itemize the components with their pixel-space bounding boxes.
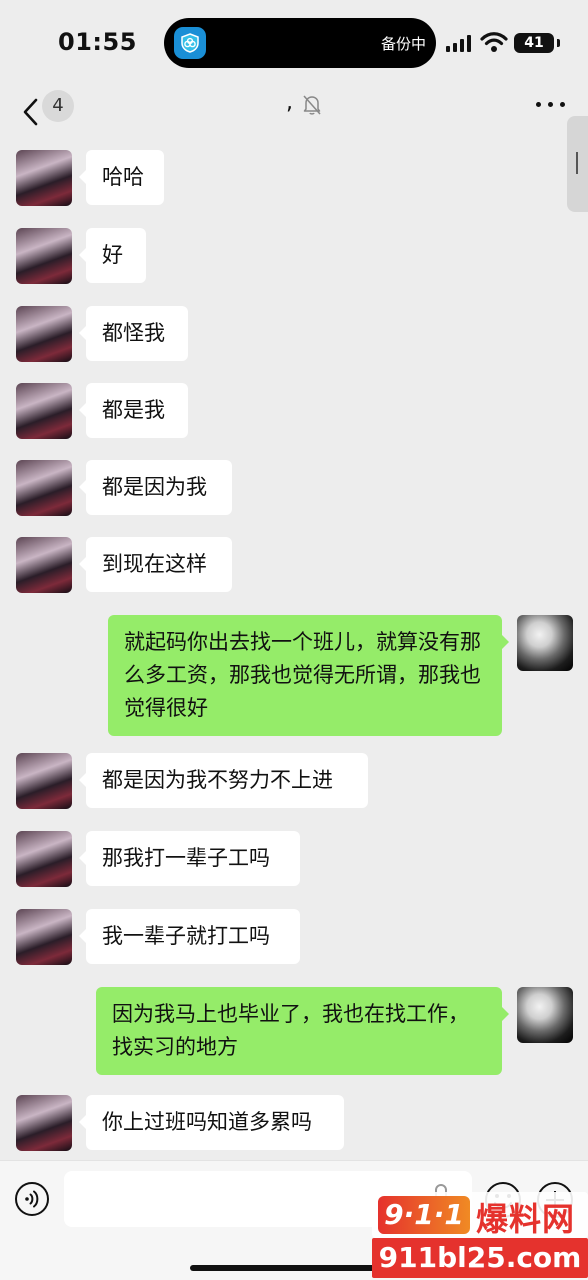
outgoing-message-bubble[interactable]: 就起码你出去找一个班儿，就算没有那么多工资，那我也觉得无所谓，那我也觉得很好 [108,615,509,736]
contact-avatar[interactable] [16,383,72,439]
incoming-message-bubble[interactable]: 都怪我 [79,306,188,361]
scroll-handle[interactable] [567,116,588,212]
incoming-message-bubble[interactable]: 你上过班吗知道多累吗 [79,1095,344,1150]
outgoing-message-bubble[interactable]: 因为我马上也毕业了，我也在找工作，找实习的地方 [96,987,509,1075]
muted-bell-icon [302,94,322,120]
contact-avatar[interactable] [16,909,72,965]
chat-header: 4 , [0,88,588,136]
status-time: 01:55 [58,28,137,56]
battery-tip [557,39,560,47]
more-options-button[interactable] [536,98,566,110]
watermark: 9·1·1 爆料网 911bl25.com [372,1192,588,1280]
incoming-message-bubble[interactable]: 好 [79,228,146,283]
watermark-top: 9·1·1 爆料网 [372,1192,588,1238]
contact-avatar[interactable] [16,831,72,887]
message-list[interactable]: 哈哈好都怪我都是我都是因为我到现在这样就起码你出去找一个班儿，就算没有那么多工资… [0,136,588,1160]
cellular-signal-icon [446,34,474,52]
contact-avatar[interactable] [16,460,72,516]
chevron-left-icon [23,98,38,126]
my-avatar[interactable] [517,987,573,1043]
island-status-label: 备份中 [380,35,426,53]
voice-button[interactable] [14,1181,50,1217]
contact-avatar[interactable] [16,537,72,593]
incoming-message-bubble[interactable]: 都是因为我不努力不上进 [79,753,368,808]
incoming-message-bubble[interactable]: 哈哈 [79,150,164,205]
home-indicator [190,1265,398,1271]
status-bar: 01:55 备份中 41 [0,0,588,88]
contact-avatar[interactable] [16,306,72,362]
incoming-message-bubble[interactable]: 到现在这样 [79,537,232,592]
incoming-message-bubble[interactable]: 都是我 [79,383,188,438]
unread-count-badge[interactable]: 4 [42,90,74,122]
watermark-name: 爆料网 [476,1200,576,1238]
contact-avatar[interactable] [16,150,72,206]
battery-icon: 41 [514,33,554,53]
contact-avatar[interactable] [16,228,72,284]
dynamic-island[interactable]: 备份中 [164,18,436,68]
watermark-url: 911bl25.com [372,1238,588,1278]
watermark-badge: 9·1·1 [378,1196,470,1234]
my-avatar[interactable] [517,615,573,671]
voice-icon [15,1182,49,1216]
incoming-message-bubble[interactable]: 都是因为我 [79,460,232,515]
incoming-message-bubble[interactable]: 那我打一辈子工吗 [79,831,300,886]
incoming-message-bubble[interactable]: 我一辈子就打工吗 [79,909,300,964]
shield-cloud-icon [174,27,206,59]
contact-avatar[interactable] [16,753,72,809]
wifi-icon [480,31,508,57]
contact-avatar[interactable] [16,1095,72,1151]
chat-title: , [286,90,293,115]
